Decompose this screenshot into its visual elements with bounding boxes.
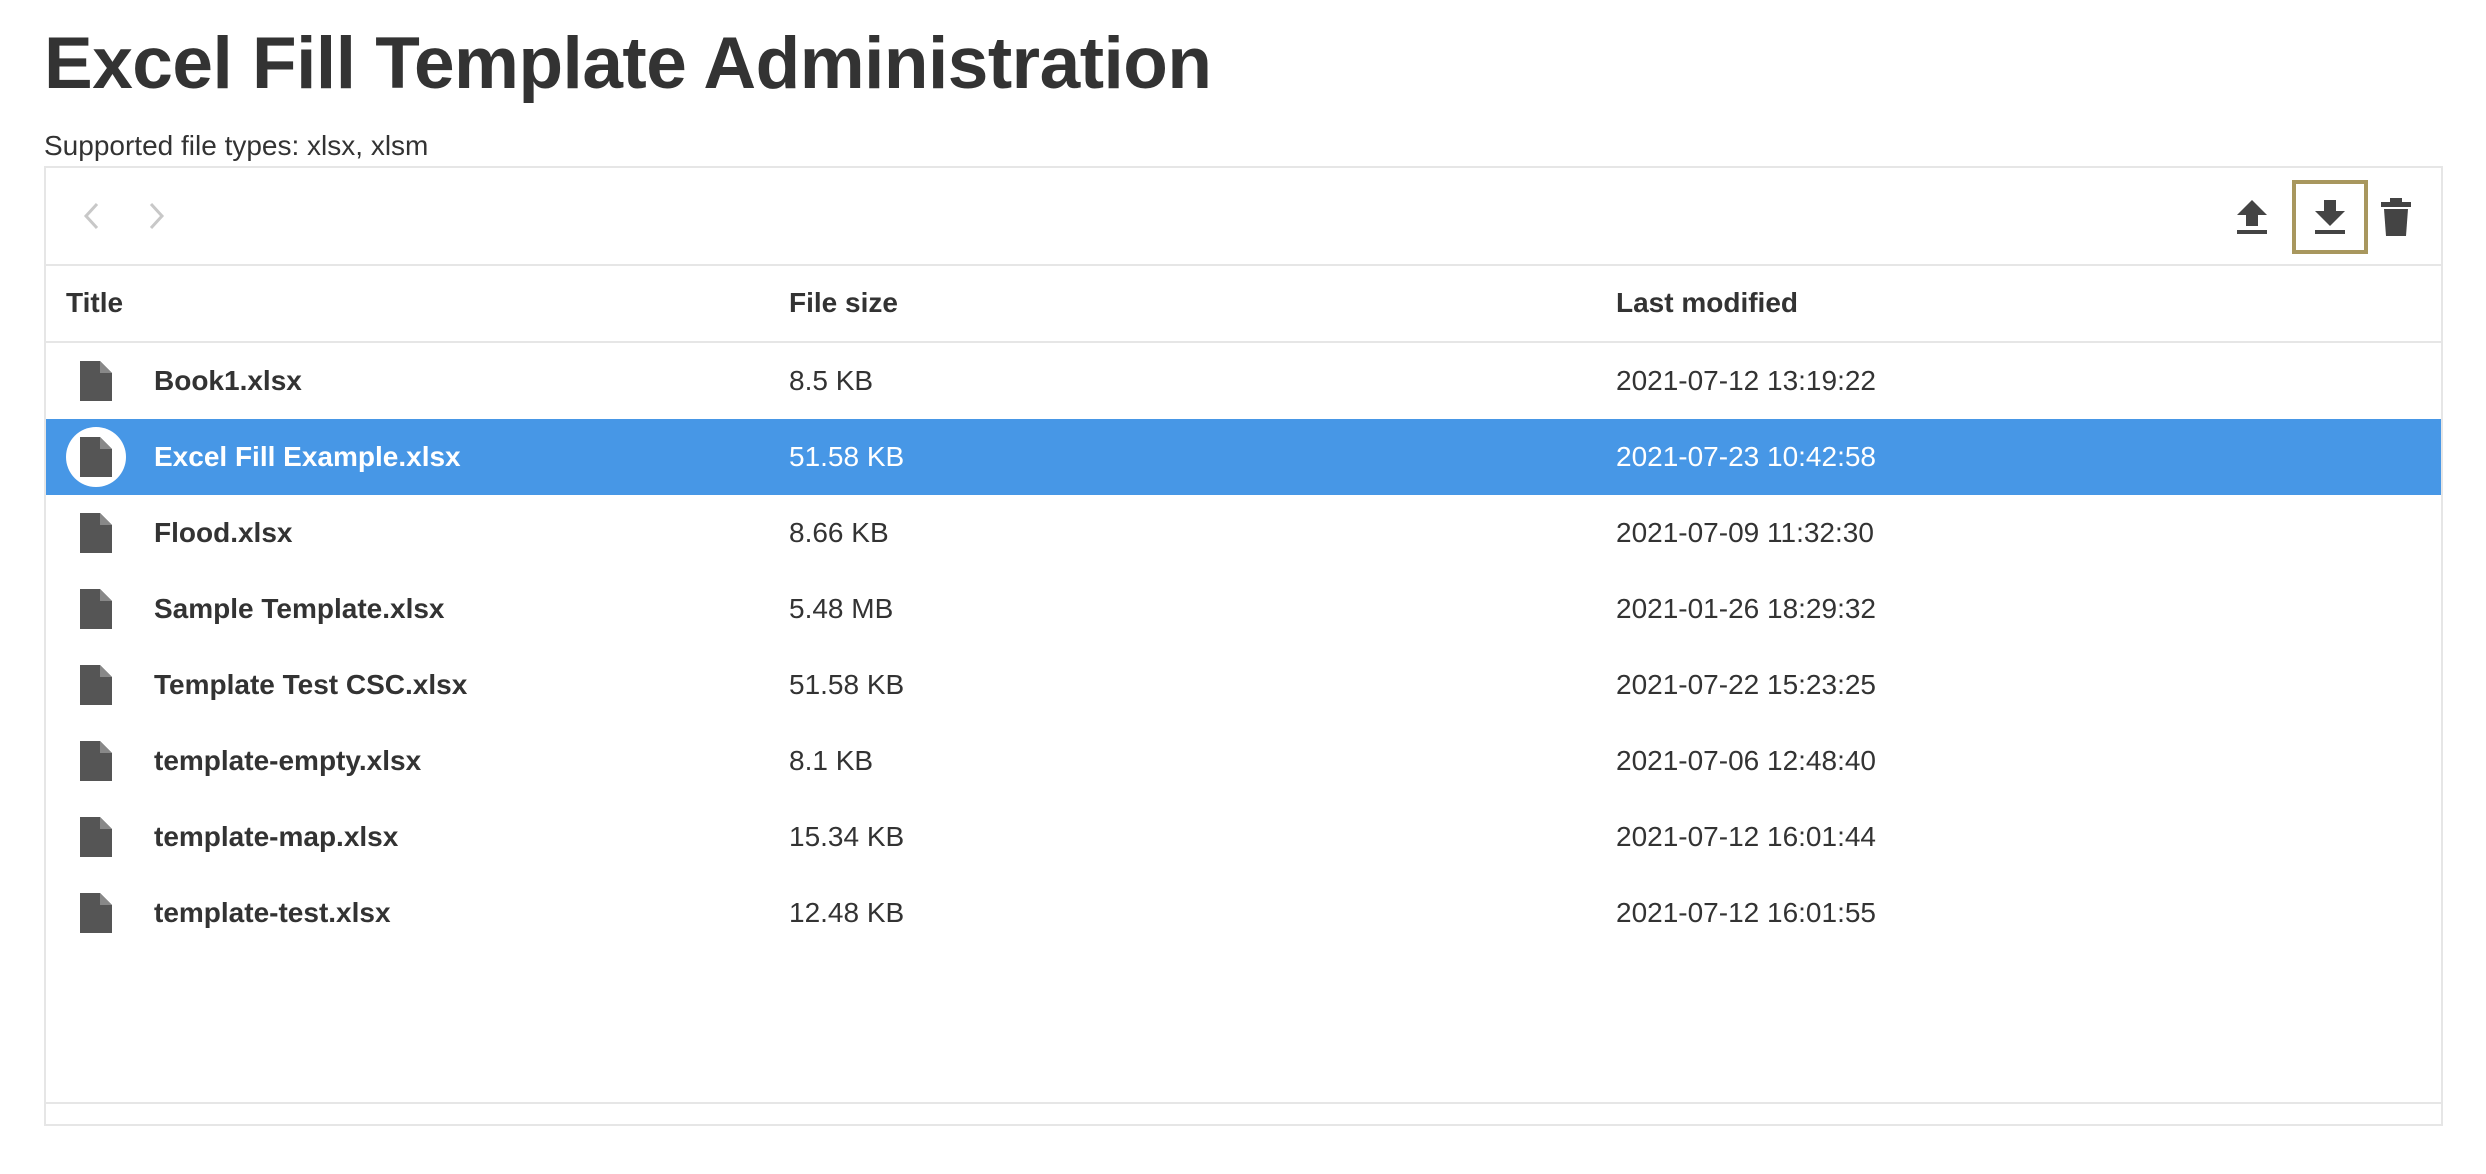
upload-icon [2237, 200, 2267, 234]
trash-icon [2381, 198, 2411, 236]
file-list: Book1.xlsx 8.5 KB 2021-07-12 13:19:22 Ex… [46, 343, 2441, 951]
file-modified: 2021-07-23 10:42:58 [1616, 441, 1876, 472]
file-browser: Title File size Last modified Book1.xlsx… [44, 166, 2443, 1126]
file-row[interactable]: Flood.xlsx 8.66 KB 2021-07-09 11:32:30 [46, 495, 2441, 571]
file-name: template-empty.xlsx [154, 745, 422, 776]
file-modified: 2021-07-12 13:19:22 [1616, 365, 1876, 396]
file-size: 8.5 KB [789, 365, 874, 396]
file-icon [66, 503, 126, 563]
page-title: Excel Fill Template Administration [44, 23, 1212, 104]
file-name: Book1.xlsx [154, 365, 302, 396]
file-name: Flood.xlsx [154, 517, 293, 548]
column-header-last-modified[interactable]: Last modified [1616, 287, 1798, 319]
file-modified: 2021-01-26 18:29:32 [1616, 593, 1876, 624]
file-size: 51.58 KB [789, 441, 905, 472]
file-row[interactable]: template-empty.xlsx 8.1 KB 2021-07-06 12… [46, 723, 2441, 799]
file-row[interactable]: Sample Template.xlsx 5.48 MB 2021-01-26 … [46, 571, 2441, 647]
file-row[interactable]: template-test.xlsx 12.48 KB 2021-07-12 1… [46, 875, 2441, 951]
file-modified: 2021-07-09 11:32:30 [1616, 517, 1874, 548]
file-icon [66, 655, 126, 715]
chevron-left-icon [83, 202, 99, 230]
file-name: Template Test CSC.xlsx [154, 669, 468, 700]
file-row[interactable]: Template Test CSC.xlsx 51.58 KB 2021-07-… [46, 647, 2441, 723]
file-modified: 2021-07-12 16:01:44 [1616, 821, 1876, 852]
file-modified: 2021-07-06 12:48:40 [1616, 745, 1876, 776]
file-modified: 2021-07-12 16:01:55 [1616, 897, 1876, 928]
file-size: 51.58 KB [789, 669, 905, 700]
file-icon [66, 351, 126, 411]
file-size: 12.48 KB [789, 897, 905, 928]
file-name: template-test.xlsx [154, 897, 391, 928]
file-size: 5.48 MB [789, 593, 894, 624]
file-size: 8.66 KB [789, 517, 889, 548]
file-name: template-map.xlsx [154, 821, 399, 852]
forward-button[interactable] [134, 194, 178, 238]
chevron-right-icon [149, 202, 165, 230]
toolbar [46, 168, 2441, 266]
back-button[interactable] [70, 194, 114, 238]
file-icon [66, 579, 126, 639]
file-modified: 2021-07-22 15:23:25 [1616, 669, 1876, 700]
upload-button[interactable] [2214, 180, 2290, 254]
supported-file-types: Supported file types: xlsx, xlsm [44, 130, 429, 161]
file-name: Excel Fill Example.xlsx [154, 441, 461, 472]
delete-button[interactable] [2366, 180, 2426, 254]
file-icon [66, 883, 126, 943]
file-row[interactable]: Excel Fill Example.xlsx 51.58 KB 2021-07… [46, 419, 2441, 495]
file-size: 15.34 KB [789, 821, 905, 852]
download-icon [2315, 200, 2345, 234]
file-icon [66, 731, 126, 791]
column-header-title[interactable]: Title [66, 287, 123, 319]
table-header: Title File size Last modified [46, 266, 2441, 343]
file-size: 8.1 KB [789, 745, 874, 776]
download-button[interactable] [2292, 180, 2368, 254]
column-header-file-size[interactable]: File size [789, 287, 898, 319]
file-name: Sample Template.xlsx [154, 593, 445, 624]
status-bar [46, 1102, 2441, 1124]
file-icon [66, 427, 126, 487]
file-icon [66, 807, 126, 867]
file-row[interactable]: Book1.xlsx 8.5 KB 2021-07-12 13:19:22 [46, 343, 2441, 419]
file-row[interactable]: template-map.xlsx 15.34 KB 2021-07-12 16… [46, 799, 2441, 875]
